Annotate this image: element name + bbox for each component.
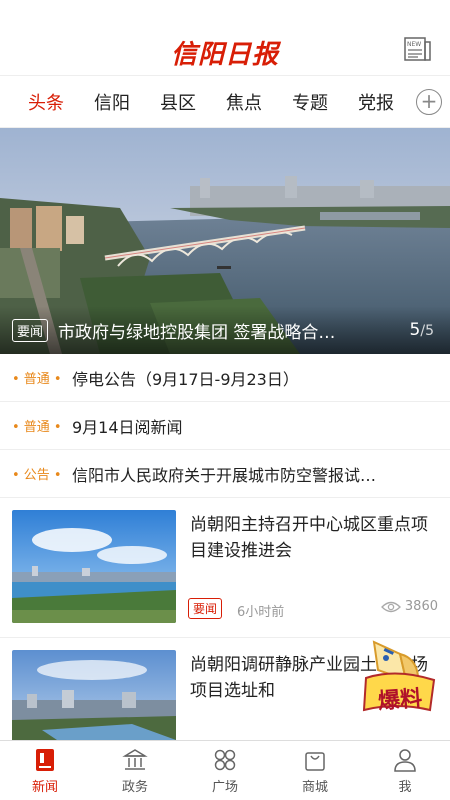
nav-news-label: 新闻 (31, 780, 58, 795)
nav-news[interactable]: 新闻 (0, 741, 90, 800)
notice-text: 停电公告（9月17日-9月23日） (72, 369, 299, 389)
tab-headlines[interactable]: 头条 (28, 89, 64, 115)
nav-shop[interactable]: 商城 (270, 741, 360, 800)
notice-text: 信阳市人民政府关于开展城市防空警报试… (72, 465, 377, 485)
report-tip-badge[interactable]: 爆料 (356, 632, 442, 718)
nav-square-label: 广场 (211, 780, 238, 795)
tab-xinyang[interactable]: 信阳 (94, 89, 130, 115)
tab-focus[interactable]: 焦点 (226, 89, 262, 115)
nav-square[interactable]: 广场 (180, 741, 270, 800)
nav-government[interactable]: 政务 (90, 741, 180, 800)
article-time: 6小时前 (237, 605, 285, 620)
news-icon (36, 749, 54, 771)
top-header: 信阳日报 NEW (0, 0, 450, 76)
article-thumbnail (12, 510, 176, 623)
square-icon (214, 749, 236, 771)
bottom-navigation: 新闻 政务 广场 商城 我 (0, 740, 450, 800)
app-logo: 信阳日报 (170, 40, 279, 70)
report-tip-label: 爆料 (377, 686, 423, 715)
notice-tag: • 公告 • (12, 468, 62, 483)
svg-text:NEW: NEW (407, 41, 421, 48)
user-icon (394, 749, 416, 772)
notice-row[interactable]: • 公告 • 信阳市人民政府关于开展城市防空警报试… (0, 450, 450, 498)
banner-caption: 要闻 市政府与绿地控股集团 签署战略合… (0, 306, 450, 354)
government-icon (122, 749, 148, 770)
nav-me[interactable]: 我 (360, 741, 450, 800)
notice-text: 9月14日阅新闻 (72, 417, 183, 437)
nav-shop-label: 商城 (301, 780, 328, 795)
banner-pager-total: /5 (420, 323, 434, 339)
tab-counties[interactable]: 县区 (160, 89, 196, 115)
notice-row[interactable]: • 普通 • 9月14日阅新闻 (0, 402, 450, 450)
banner-pager-current: 5 (409, 320, 421, 340)
shop-bag-icon (305, 752, 325, 771)
category-tabs: 头条 信阳 县区 焦点 专题 党报 + (0, 76, 450, 128)
eye-icon (380, 601, 401, 612)
app-root: 信阳日报 NEW 头条 信阳 县区 焦点 专题 党报 + 要闻 市政府与绿地控股… (0, 0, 450, 800)
nav-me-label: 我 (398, 780, 412, 795)
tab-topics[interactable]: 专题 (292, 89, 328, 115)
tab-party-paper[interactable]: 党报 (358, 89, 394, 115)
notice-row[interactable]: • 普通 • 停电公告（9月17日-9月23日） (0, 354, 450, 402)
plus-circle-icon[interactable]: + (416, 89, 442, 115)
notice-tag: • 普通 • (12, 372, 62, 387)
banner-title[interactable]: 市政府与绿地控股集团 签署战略合… (58, 318, 378, 343)
article-item[interactable]: 尚朝阳主持召开中心城区重点项目建设推进会 要闻 6小时前 3860 (0, 498, 450, 638)
banner-pager: 5/5 (410, 320, 434, 340)
article-views: 3860 (380, 599, 438, 614)
newspaper-icon[interactable]: NEW (404, 36, 432, 62)
nav-government-label: 政务 (121, 780, 148, 795)
banner-carousel[interactable]: 要闻 市政府与绿地控股集团 签署战略合… 5/5 (0, 128, 450, 354)
article-title: 尚朝阳主持召开中心城区重点项目建设推进会 (190, 515, 428, 561)
banner-tag: 要闻 (12, 318, 49, 342)
article-view-count: 3860 (404, 599, 438, 614)
article-tag: 要闻 (188, 598, 223, 619)
notice-tag: • 普通 • (12, 420, 62, 435)
